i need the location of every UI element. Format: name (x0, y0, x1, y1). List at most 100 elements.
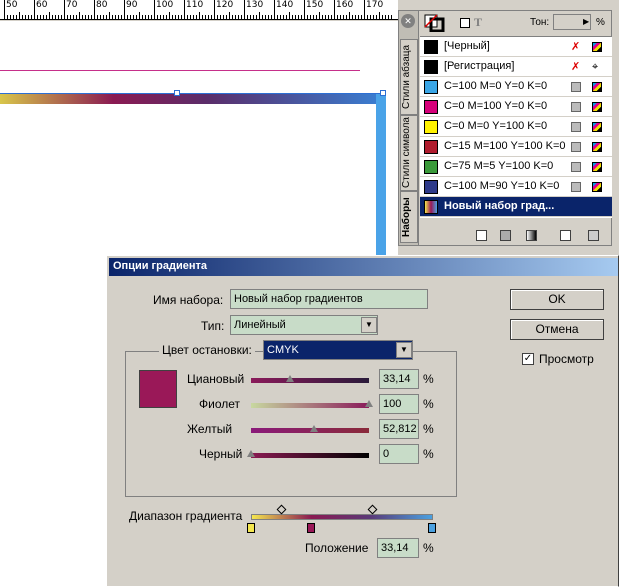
ruler-tick (10, 15, 11, 19)
ruler-tick (313, 15, 314, 19)
gradient-stop-selected[interactable] (307, 523, 315, 533)
ruler-tick (328, 15, 329, 19)
cyan-value-field[interactable]: 33,14 (379, 369, 419, 389)
chevron-down-icon[interactable]: ▼ (361, 317, 377, 333)
swatch-row[interactable]: C=100 M=0 Y=0 K=0 (420, 77, 612, 97)
cyan-slider[interactable] (251, 378, 369, 383)
ruler-tick (76, 15, 77, 19)
ruler-tick (220, 15, 221, 19)
ruler-tick (148, 15, 149, 19)
tab-character-styles[interactable]: Стили символа (400, 115, 418, 191)
ruler-tick (109, 12, 110, 19)
black-value-field[interactable]: 0 (379, 444, 419, 464)
ruler-tick (31, 15, 32, 19)
tab-swatches[interactable]: Наборы (400, 191, 418, 243)
magenta-value-field[interactable]: 100 (379, 394, 419, 414)
magenta-slider-thumb[interactable] (365, 400, 373, 407)
ruler-tick (298, 15, 299, 19)
ruler-tick (103, 15, 104, 19)
ruler-label: 60 (36, 0, 48, 10)
show-color-swatches-icon[interactable] (500, 230, 511, 241)
ruler-tick (4, 0, 5, 19)
gradient-stop-start[interactable] (247, 523, 255, 533)
ruler-tick (376, 15, 377, 19)
ruler-tick (136, 15, 137, 19)
swatch-name: [Регистрация] (444, 60, 515, 72)
ruler-tick (355, 15, 356, 19)
tone-stepper-arrow[interactable]: ▶ (583, 15, 591, 29)
gradient-filled-stroke[interactable] (0, 94, 378, 104)
ok-button[interactable]: OK (510, 289, 604, 310)
swatch-row[interactable]: C=100 M=90 Y=10 K=0 (420, 177, 612, 197)
gradient-stop-end[interactable] (428, 523, 436, 533)
yellow-value-field[interactable]: 52,812 (379, 419, 419, 439)
black-label: Черный (199, 447, 243, 461)
ruler-tick (121, 15, 122, 19)
black-slider-thumb[interactable] (247, 450, 255, 457)
swatch-row[interactable]: C=15 M=100 Y=100 K=0 (420, 137, 612, 157)
ruler-tick (181, 15, 182, 19)
swatch-chip (424, 40, 438, 54)
swatch-row[interactable]: [Регистрация] ✗ ⌖ (420, 57, 612, 77)
swatch-name: Новый набор град... (444, 200, 555, 212)
swatch-name: C=0 M=0 Y=100 K=0 (444, 120, 548, 132)
black-slider[interactable] (251, 453, 369, 458)
chevron-down-icon[interactable]: ▼ (396, 342, 412, 358)
ruler-tick (163, 15, 164, 19)
process-color-icon (571, 142, 581, 152)
preview-checkbox[interactable]: ✓ (522, 353, 534, 365)
ruler-tick (322, 15, 323, 19)
ruler-tick (82, 15, 83, 19)
ruler-tick (319, 12, 320, 19)
ruler-label: 140 (276, 0, 294, 10)
gradient-range-label: Диапазон градиента (129, 509, 243, 523)
type-select[interactable]: Линейный (230, 315, 378, 335)
yellow-slider-thumb[interactable] (310, 425, 318, 432)
close-icon[interactable]: ✕ (401, 14, 415, 28)
ruler-tick (385, 15, 386, 19)
yellow-label: Желтый (187, 422, 233, 436)
horizontal-ruler[interactable]: 50 60 70 80 90 100 110 120 130 140 150 160 170 (0, 0, 398, 20)
ruler-tick (145, 15, 146, 19)
ruler-tick (334, 0, 335, 19)
cyan-percent: % (423, 372, 434, 386)
fill-stroke-icon[interactable] (424, 14, 446, 32)
swatch-row[interactable]: C=0 M=100 Y=0 K=0 (420, 97, 612, 117)
ruler-tick (223, 15, 224, 19)
trash-icon[interactable] (588, 230, 599, 241)
show-gradient-swatches-icon[interactable] (526, 230, 537, 241)
margin-guide (0, 70, 360, 71)
show-all-swatches-icon[interactable] (476, 230, 487, 241)
ruler-tick (124, 0, 125, 19)
container-icon[interactable] (460, 18, 470, 28)
gradient-ramp[interactable] (251, 514, 433, 520)
swatch-list[interactable]: [Черный] ✗ [Регистрация] ✗ ⌖ C=100 M=0 Y=0 K=… (420, 36, 612, 218)
frame-handle[interactable] (174, 90, 180, 96)
swatch-row[interactable]: C=75 M=5 Y=100 K=0 (420, 157, 612, 177)
midpoint-diamond[interactable] (276, 504, 287, 515)
ruler-tick (250, 15, 251, 19)
swatch-row[interactable]: [Черный] ✗ (420, 37, 612, 57)
ruler-tick (19, 12, 20, 19)
ruler-tick (193, 15, 194, 19)
cmyk-icon (592, 102, 602, 112)
position-field[interactable]: 33,14 (377, 538, 419, 558)
ruler-tick (64, 0, 65, 19)
dialog-title[interactable]: Опции градиента (109, 258, 618, 276)
new-swatch-icon[interactable] (560, 230, 571, 241)
swatch-row[interactable]: Новый набор град... (420, 197, 612, 217)
cancel-button[interactable]: Отмена (510, 319, 604, 340)
frame-handle[interactable] (380, 90, 386, 96)
midpoint-diamond[interactable] (367, 504, 378, 515)
ruler-tick (262, 15, 263, 19)
tab-paragraph-styles[interactable]: Стили абзаца (400, 39, 418, 115)
cyan-slider-thumb[interactable] (286, 375, 294, 382)
ruler-tick (331, 15, 332, 19)
text-icon[interactable]: T (474, 15, 482, 30)
magenta-slider[interactable] (251, 403, 369, 408)
swatch-row[interactable]: C=0 M=0 Y=100 K=0 (420, 117, 612, 137)
swatch-name-field[interactable]: Новый набор градиентов (230, 289, 428, 309)
stop-color-mode-select[interactable]: CMYK (263, 340, 413, 360)
ruler-tick (151, 15, 152, 19)
ruler-label: 70 (66, 0, 78, 10)
